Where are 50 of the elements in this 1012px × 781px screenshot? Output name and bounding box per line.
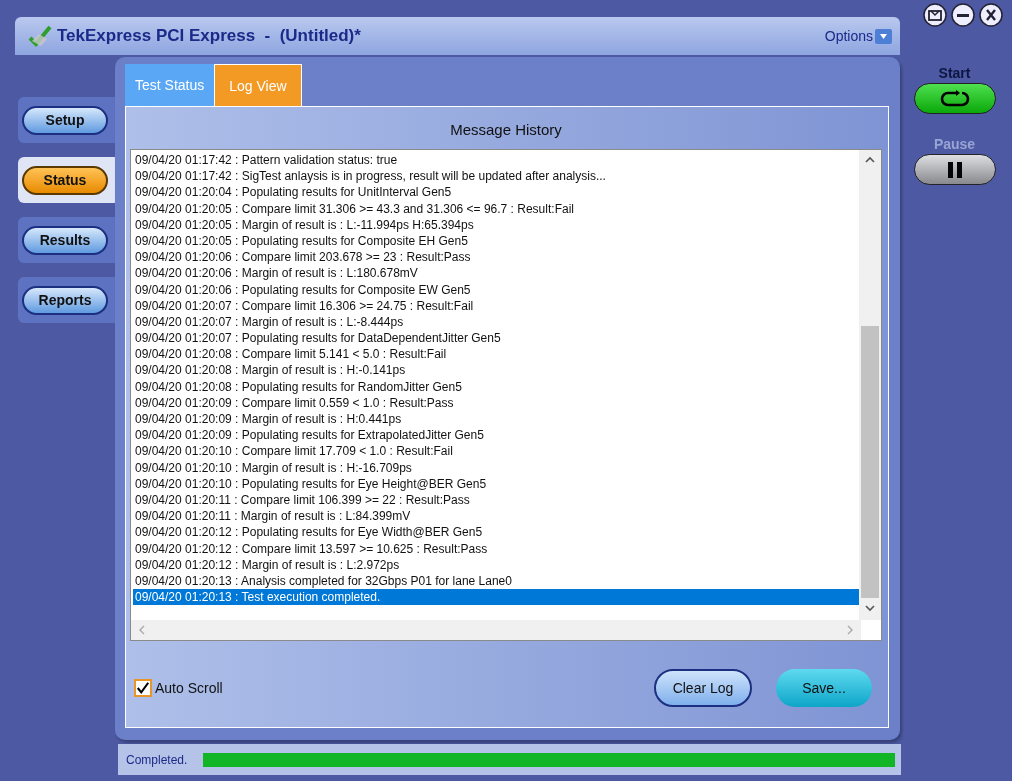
status-text: Completed. xyxy=(126,752,188,767)
log-line[interactable]: 09/04/20 01:20:10 : Margin of result is : H:-16.709ps xyxy=(133,459,859,476)
log-line[interactable]: 09/04/20 01:20:09 : Margin of result is : H:0.441ps xyxy=(133,411,859,428)
pause-button[interactable] xyxy=(913,154,996,185)
log-line[interactable]: 09/04/20 01:20:06 : Populating results for Composite EW Gen5 xyxy=(133,281,859,298)
save-button[interactable]: Save... xyxy=(776,669,872,707)
window-title: TekExpress PCI Express - (Untitled)* xyxy=(57,26,361,46)
nav-button[interactable]: Results xyxy=(22,225,108,255)
minimize-icon[interactable] xyxy=(951,3,975,27)
log-line[interactable]: 09/04/20 01:17:42 : SigTest anlaysis is in progress, result will be updated after analysis... xyxy=(133,168,859,185)
start-button[interactable] xyxy=(913,83,996,114)
log-line[interactable]: 09/04/20 01:20:11 : Compare limit 106.399 >= 22 : Result:Pass xyxy=(133,491,859,509)
log-line[interactable]: 09/04/20 01:20:05 : Compare limit 31.306 >= 43.3 and 31.306 <= 96.7 : Result:Fail xyxy=(133,200,859,217)
log-line[interactable]: 09/04/20 01:20:06 : Compare limit 203.678 >= 23 : Result:Pass xyxy=(133,249,859,266)
log-line[interactable]: 09/04/20 01:20:07 : Compare limit 16.306 >= 24.75 : Result:Fail xyxy=(133,297,859,314)
log-line[interactable]: 09/04/20 01:20:09 : Populating results for ExtrapolatedJitter Gen5 xyxy=(133,427,859,444)
log-line[interactable]: 09/04/20 01:20:12 : Margin of result is : L:2.972ps xyxy=(133,556,859,573)
log-line[interactable]: 09/04/20 01:20:12 : Populating results for Eye Width@BER Gen5 xyxy=(133,524,859,541)
vertical-scrollbar[interactable] xyxy=(859,150,881,620)
log-line[interactable]: 09/04/20 01:20:11 : Margin of result is : L:84.399mV xyxy=(133,508,859,525)
log-line[interactable]: 09/04/20 01:20:12 : Compare limit 13.597 >= 10.625 : Result:Pass xyxy=(133,540,859,557)
control-label: Start xyxy=(938,65,971,81)
auto-scroll-label: Auto Scroll xyxy=(155,680,223,696)
auto-scroll-checkbox[interactable] xyxy=(134,679,152,697)
clear-log-button[interactable]: Clear Log xyxy=(654,669,752,707)
log-line[interactable]: 09/04/20 01:20:05 : Margin of result is : L:-11.994ps H:65.394ps xyxy=(133,216,859,233)
log-line[interactable]: 09/04/20 01:20:10 : Compare limit 17.709 < 1.0 : Result:Fail xyxy=(133,443,859,460)
log-line[interactable]: 09/04/20 01:20:07 : Margin of result is : L:-8.444ps xyxy=(133,313,859,331)
dropdown-icon[interactable] xyxy=(875,28,892,44)
options-button[interactable]: Options xyxy=(824,28,875,44)
log-line[interactable]: 09/04/20 01:20:04 : Populating results for UnitInterval Gen5 xyxy=(133,184,859,201)
nav-button[interactable]: Reports xyxy=(22,285,108,315)
control-label: Pause xyxy=(933,136,976,152)
log-line[interactable]: 09/04/20 01:20:05 : Populating results for Composite EH Gen5 xyxy=(133,232,859,250)
loop-arrow-icon[interactable] xyxy=(939,89,970,108)
nav-button[interactable]: Status xyxy=(22,165,108,195)
checkmark-icon xyxy=(27,24,53,48)
log-line[interactable]: 09/04/20 01:20:08 : Compare limit 5.141 < 5.0 : Result:Fail xyxy=(133,346,859,363)
close-icon[interactable] xyxy=(979,3,1003,27)
log-line[interactable]: 09/04/20 01:20:08 : Margin of result is : H:-0.141ps xyxy=(133,362,859,379)
log-line[interactable]: 09/04/20 01:20:10 : Populating results for Eye Height@BER Gen5 xyxy=(133,475,859,492)
log-line[interactable]: 09/04/20 01:17:42 : Pattern validation status: true xyxy=(133,152,859,169)
log-line[interactable]: 09/04/20 01:20:08 : Populating results for RandomJitter Gen5 xyxy=(133,378,859,395)
horizontal-scrollbar[interactable] xyxy=(131,620,861,640)
log-line[interactable]: 09/04/20 01:20:13 : Analysis completed for 32Gbps P01 for lane Lane0 xyxy=(133,572,859,590)
log-line[interactable]: 09/04/20 01:20:07 : Populating results for DataDependentJitter Gen5 xyxy=(133,330,859,347)
log-line[interactable]: 09/04/20 01:20:06 : Margin of result is : L:180.678mV xyxy=(133,265,859,282)
nav-button[interactable]: Setup xyxy=(22,105,108,135)
message-history-heading: Message History xyxy=(449,120,563,140)
log-line[interactable]: 09/04/20 01:20:09 : Compare limit 0.559 < 1.0 : Result:Pass xyxy=(133,394,859,411)
